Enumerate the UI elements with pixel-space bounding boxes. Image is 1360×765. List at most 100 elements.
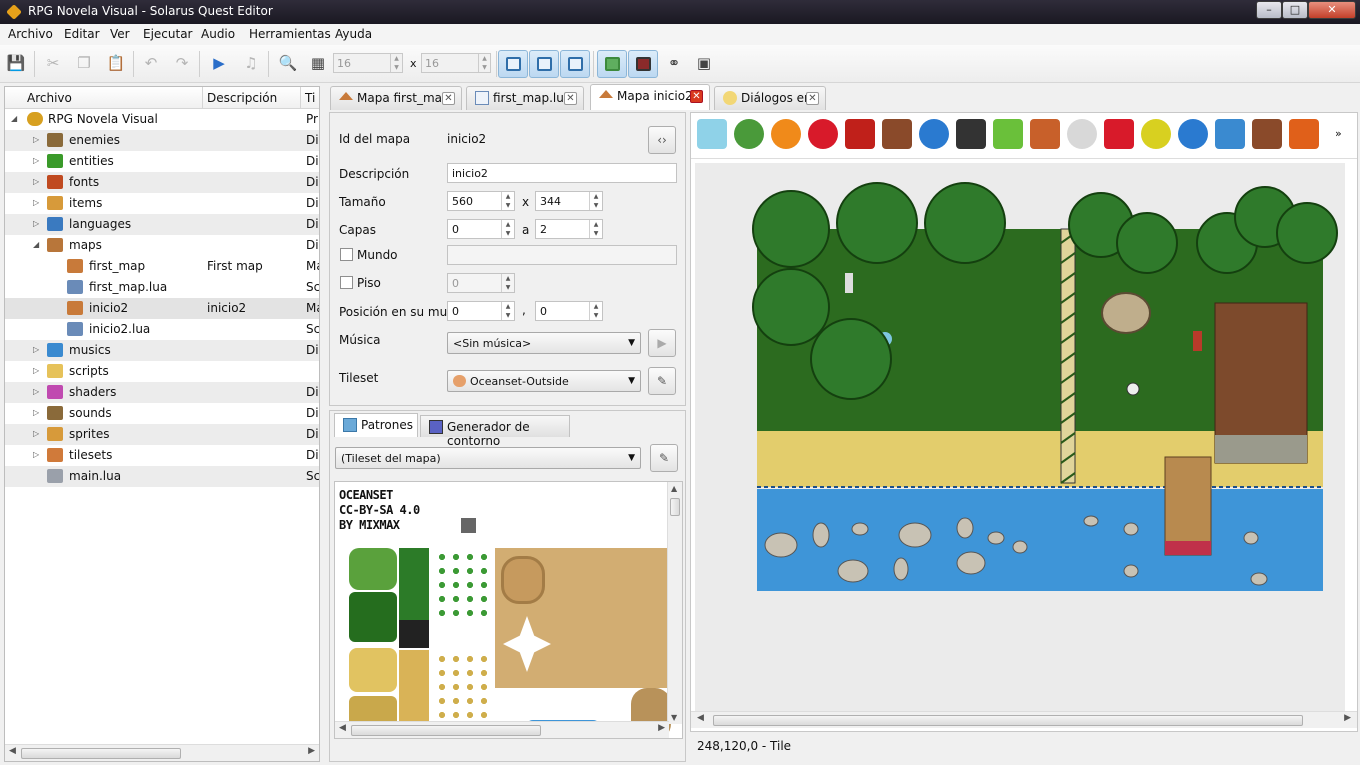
position-y-field[interactable]: 0 ▲ ▼ (535, 301, 603, 321)
show-obstacles-toggle[interactable] (628, 50, 658, 78)
position-x-field[interactable]: 0 ▲ ▼ (447, 301, 515, 321)
tree-item-inicio2-lua[interactable]: inicio2.lua Sc (5, 319, 319, 340)
undo-icon[interactable]: ↶ (141, 53, 161, 73)
shop-icon[interactable] (1252, 119, 1282, 149)
enemy-icon[interactable] (956, 119, 986, 149)
tab-dialogos-en[interactable]: Diálogos en ✕ (714, 86, 826, 110)
tree-item-entities[interactable]: ▷ entities Dir (5, 151, 319, 172)
expand-arrow-icon[interactable]: ◢ (33, 240, 39, 249)
save-icon[interactable]: 💾 (6, 53, 26, 73)
tree-item-items[interactable]: ▷ items Dir (5, 193, 319, 214)
menu-audio[interactable]: Audio (201, 27, 235, 41)
grid-icon[interactable]: ▦ (308, 53, 328, 73)
column-header-file[interactable]: Archivo (5, 87, 203, 109)
tree-item-main-lua[interactable]: main.lua Sc (5, 466, 319, 487)
expand-arrow-icon[interactable]: ▷ (33, 408, 39, 417)
music-icon[interactable]: ♫ (241, 53, 261, 73)
tree-item-maps[interactable]: ◢ maps Dir (5, 235, 319, 256)
menu-archivo[interactable]: Archivo (8, 27, 53, 41)
expand-arrow-icon[interactable]: ▷ (33, 366, 39, 375)
edit-tileset-button[interactable]: ✎ (648, 367, 676, 395)
max-layer-field[interactable]: 2 ▲ ▼ (535, 219, 603, 239)
tileset-vertical-scrollbar[interactable]: ▲ ▼ (667, 482, 682, 724)
tileset-source-select[interactable]: (Tileset del mapa) ▼ (335, 447, 641, 469)
redo-icon[interactable]: ↷ (172, 53, 192, 73)
tileset-horizontal-scrollbar[interactable]: ◀ ▶ (335, 721, 669, 738)
expand-arrow-icon[interactable]: ▷ (33, 135, 39, 144)
maximize-button[interactable]: □ (1282, 1, 1308, 19)
tree-item-scripts[interactable]: ▷ scripts (5, 361, 319, 382)
min-layer-field[interactable]: 0 ▲ ▼ (447, 219, 515, 239)
column-header-description[interactable]: Descripción (203, 87, 301, 109)
world-checkbox[interactable] (340, 248, 353, 261)
wall-icon[interactable] (1104, 119, 1134, 149)
tileset-view[interactable]: OCEANSET CC-BY-SA 4.0 BY MIXMAX ▲ ▼ ◀ ▶ (334, 481, 683, 739)
switch-icon[interactable] (1067, 119, 1097, 149)
run-icon[interactable]: ▶ (209, 53, 229, 73)
floor-field[interactable]: 0 ▲ ▼ (447, 273, 515, 293)
expand-arrow-icon[interactable]: ◢ (11, 114, 17, 123)
map-canvas[interactable] (695, 163, 1345, 711)
separator-icon[interactable] (1289, 119, 1319, 149)
map-horizontal-scrollbar[interactable]: ◀ ▶ (691, 711, 1357, 728)
tab-generador-de-contorno[interactable]: Generador de contorno (420, 415, 570, 448)
expand-arrow-icon[interactable]: ▷ (33, 156, 39, 165)
tree-item-inicio2[interactable]: inicio2 inicio2 Ma (5, 298, 319, 319)
npc-icon[interactable] (993, 119, 1023, 149)
expand-arrow-icon[interactable]: ▷ (33, 198, 39, 207)
layer-1-toggle[interactable] (529, 50, 559, 78)
expand-arrow-icon[interactable]: ▷ (33, 219, 39, 228)
edit-pattern-button[interactable]: ✎ (650, 444, 678, 472)
paste-icon[interactable]: 📋 (106, 53, 126, 73)
pot-icon[interactable] (845, 119, 875, 149)
visibility-icon[interactable]: ⚭ (664, 53, 684, 73)
grid-width-spinbox[interactable]: 16 ▲ ▼ (333, 53, 403, 73)
show-traversable-toggle[interactable] (597, 50, 627, 78)
tab-mapa-first-map[interactable]: Mapa first_map ✕ (330, 86, 462, 110)
minimize-button[interactable]: – (1256, 1, 1282, 19)
tab-first-map-lua[interactable]: first_map.lua ✕ (466, 86, 584, 110)
tree-item-enemies[interactable]: ▷ enemies Dir (5, 130, 319, 151)
entity-visibility-icon[interactable]: ▣ (694, 53, 714, 73)
cut-icon[interactable]: ✂ (43, 53, 63, 73)
chest-icon[interactable] (882, 119, 912, 149)
menu-ver[interactable]: Ver (110, 27, 130, 41)
destination-icon[interactable] (734, 119, 764, 149)
tab-patrones[interactable]: Patrones (334, 413, 418, 437)
close-tab-icon[interactable]: ✕ (564, 92, 577, 105)
tree-root[interactable]: ◢ RPG Novela Visual Pr (5, 109, 319, 130)
floor-checkbox[interactable] (340, 276, 353, 289)
tree-item-musics[interactable]: ▷ musics Dir (5, 340, 319, 361)
tree-item-fonts[interactable]: ▷ fonts Dir (5, 172, 319, 193)
close-window-button[interactable]: ✕ (1308, 1, 1356, 19)
close-tab-icon[interactable]: ✕ (806, 92, 819, 105)
layer-2-toggle[interactable] (560, 50, 590, 78)
tree-item-languages[interactable]: ▷ languages Dir (5, 214, 319, 235)
sensor-icon[interactable] (1141, 119, 1171, 149)
copy-icon[interactable]: ❐ (74, 53, 94, 73)
tab-mapa-inicio2[interactable]: Mapa inicio2 ✕ (590, 84, 710, 110)
teletransporter-icon[interactable] (771, 119, 801, 149)
column-header-type[interactable]: Ti (301, 87, 319, 109)
zoom-icon[interactable]: 🔍 (278, 53, 298, 73)
world-field[interactable] (447, 245, 677, 265)
play-music-button[interactable]: ▶ (648, 329, 676, 357)
menu-herramientas[interactable]: Herramientas (249, 27, 331, 41)
close-tab-icon[interactable]: ✕ (690, 90, 703, 103)
tree-item-sprites[interactable]: ▷ sprites Dir (5, 424, 319, 445)
grid-height-spinbox[interactable]: 16 ▲ ▼ (421, 53, 491, 73)
menu-ejecutar[interactable]: Ejecutar (143, 27, 193, 41)
change-id-button[interactable]: ‹› (648, 126, 676, 154)
block-icon[interactable] (1030, 119, 1060, 149)
layer-0-toggle[interactable] (498, 50, 528, 78)
tree-item-shaders[interactable]: ▷ shaders Dir (5, 382, 319, 403)
crystal-icon[interactable] (1215, 119, 1245, 149)
tree-item-first-map[interactable]: first_map First map Ma (5, 256, 319, 277)
tileset-select[interactable]: Oceanset-Outside ▼ (447, 370, 641, 392)
expand-arrow-icon[interactable]: ▷ (33, 387, 39, 396)
tile-icon[interactable] (697, 119, 727, 149)
menu-ayuda[interactable]: Ayuda (335, 27, 372, 41)
more-entities-icon[interactable]: » (1335, 119, 1351, 149)
heart-pickable-icon[interactable] (808, 119, 838, 149)
jumper-icon[interactable] (919, 119, 949, 149)
